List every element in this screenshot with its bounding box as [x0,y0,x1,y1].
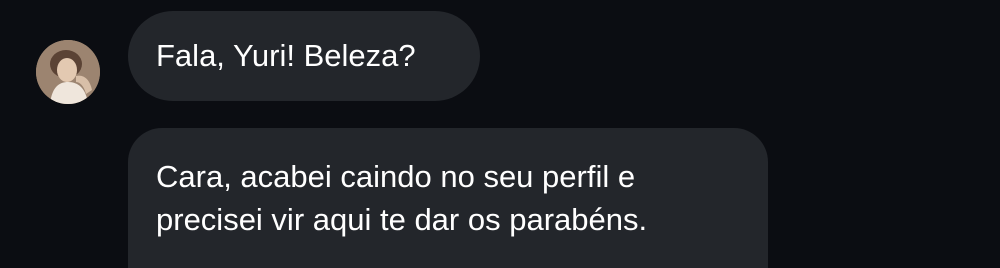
message-text: Fala, Yuri! Beleza? [156,38,416,73]
avatar-photo-icon [36,40,100,104]
sender-avatar[interactable] [36,40,100,104]
message-text: Cara, acabei caindo no seu perfil e [156,159,636,194]
message-bubble[interactable]: Fala, Yuri! Beleza? [128,11,480,101]
message-thread: Fala, Yuri! Beleza? Cara, acabei caindo … [0,0,1000,268]
message-text: precisei vir aqui te dar os parabéns. [156,202,648,237]
message-bubble[interactable]: Cara, acabei caindo no seu perfil e prec… [128,128,768,268]
